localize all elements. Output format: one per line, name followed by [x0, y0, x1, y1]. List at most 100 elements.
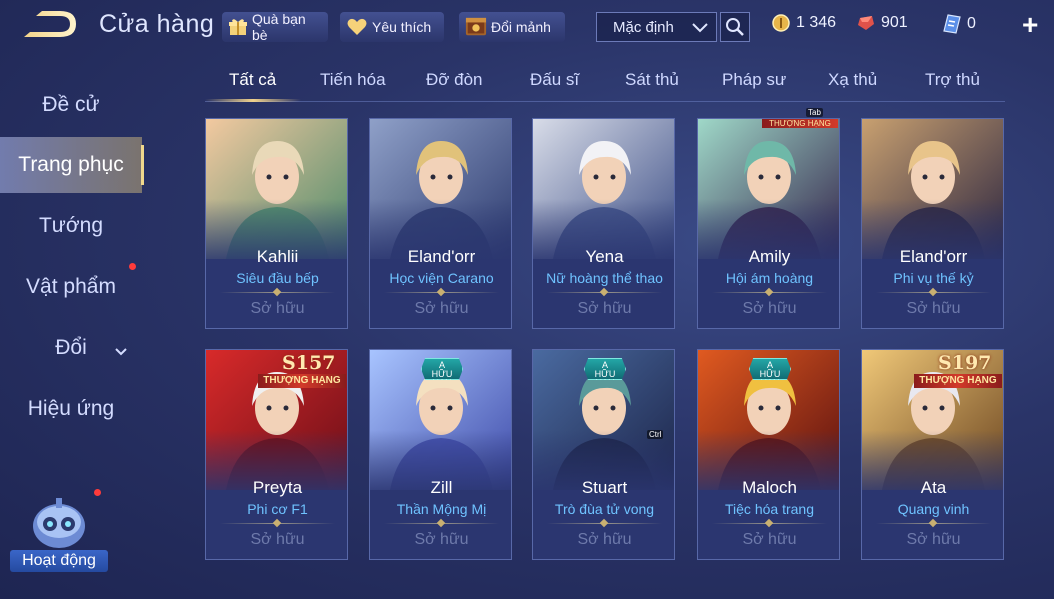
favorite-label: Yêu thích	[372, 19, 432, 35]
skin-name: Siêu đầu bếp	[236, 270, 319, 286]
sidebar-item-label: Vật phẩm	[26, 275, 116, 298]
sidebar-item-label: Hiệu ứng	[27, 397, 115, 420]
hero-name: Eland'orr	[899, 247, 968, 266]
activity-button[interactable]: Hoạt động	[10, 492, 108, 576]
divider-ornament	[436, 518, 446, 528]
owned-status: Sở hữu	[906, 531, 961, 548]
skin-name: Thần Mộng Mị	[396, 501, 487, 517]
activity-robot-icon	[33, 498, 85, 548]
sidebar-item-featured[interactable]: Đề cử	[0, 77, 142, 133]
skin-card[interactable]: Kahlii Siêu đầu bếp Sở hữu	[205, 118, 348, 329]
voucher-currency: 0	[943, 14, 976, 34]
back-button[interactable]	[20, 10, 78, 42]
rank-label: THƯỢNG HẠNG	[914, 374, 1002, 388]
divider-ornament	[928, 287, 938, 297]
friend-gift-label: Quà bạn bè	[252, 11, 306, 43]
owned-status: Sở hữu	[414, 300, 469, 317]
limited-badge: AHỮU HẠN	[421, 358, 463, 380]
search-button[interactable]	[720, 12, 750, 42]
rank-label: THƯỢNG HẠNG	[258, 374, 346, 388]
hero-name: Stuart	[581, 478, 628, 497]
season-rank-badge: S197 THƯỢNG HẠNG	[914, 352, 1002, 388]
sort-dropdown[interactable]: Mặc định	[596, 12, 717, 42]
favorite-button[interactable]: Yêu thích	[340, 12, 444, 42]
hero-name: Zill	[430, 478, 453, 497]
back-arrow-icon	[24, 11, 76, 37]
tab-tank[interactable]: Đỡ đòn	[426, 70, 483, 90]
season-label: S157	[282, 352, 336, 374]
add-currency-button[interactable]: +	[1022, 11, 1038, 39]
active-tab-underline	[205, 99, 301, 102]
hero-name: Kahlii	[256, 247, 299, 266]
sidebar-item-effects[interactable]: Hiệu ứng	[0, 381, 142, 437]
gold-currency: 1 346	[772, 14, 836, 32]
tab-marksman[interactable]: Xạ thủ	[828, 70, 877, 90]
rank-badge: THƯỢNG HẠNG	[762, 119, 838, 128]
divider-ornament	[928, 518, 938, 528]
skin-card[interactable]: Ata Quang vinh Sở hữu S197 THƯỢNG HẠNG	[861, 349, 1004, 560]
ruby-icon	[858, 16, 874, 30]
hero-name: Ata	[920, 478, 947, 497]
skin-card[interactable]: Yena Nữ hoàng thể thao Sở hữu	[532, 118, 675, 329]
divider-ornament	[272, 518, 282, 528]
search-icon	[726, 18, 744, 36]
tab-fighter[interactable]: Đấu sĩ	[530, 70, 579, 90]
season-label: S197	[938, 352, 992, 374]
voucher-icon	[943, 14, 961, 34]
divider-ornament	[764, 518, 774, 528]
tab-support[interactable]: Trợ thủ	[925, 70, 980, 90]
skin-card[interactable]: Maloch Tiệc hóa trang Sở hữu AHỮU HẠN	[697, 349, 840, 560]
page-title: Cửa hàng	[99, 10, 215, 38]
skin-card[interactable]: Eland'orr Phi vụ thế kỷ Sở hữu	[861, 118, 1004, 329]
sidebar-item-heroes[interactable]: Tướng	[0, 198, 142, 254]
sidebar-item-label: Trang phục	[18, 153, 124, 176]
skin-card[interactable]: Stuart Trò đùa tử vong Sở hữu AHỮU HẠN Ctrl	[532, 349, 675, 560]
skin-card[interactable]: Eland'orr Học viện Carano Sở hữu	[369, 118, 512, 329]
skin-card[interactable]: Amily Hội ám hoàng Sở hữu THƯỢNG HẠNG	[697, 118, 840, 329]
ruby-amount: 901	[881, 14, 908, 31]
shard-chest-icon	[465, 16, 487, 38]
top-bar: Cửa hàng Quà bạn bè Yêu thích Đổi mảnh M…	[0, 0, 1054, 52]
owned-status: Sở hữu	[742, 531, 797, 548]
hero-name: Amily	[748, 247, 791, 266]
ruby-currency: 901	[857, 14, 908, 32]
sidebar-item-label: Tướng	[38, 214, 103, 237]
skin-card[interactable]: Zill Thần Mộng Mị Sở hữu AHỮU HẠN	[369, 349, 512, 560]
divider-ornament	[599, 287, 609, 297]
ctrl-key-hint: Ctrl	[647, 430, 664, 439]
owned-status: Sở hữu	[250, 531, 305, 548]
sidebar-item-exchange[interactable]: Đổi	[0, 320, 142, 376]
friend-gift-button[interactable]: Quà bạn bè	[222, 11, 328, 43]
hero-name: Eland'orr	[407, 247, 476, 266]
skin-card[interactable]: Preyta Phi cơ F1 Sở hữu S157 THƯỢNG HẠNG	[205, 349, 348, 560]
notification-dot	[129, 263, 136, 270]
sidebar-item-label: Đổi	[55, 336, 87, 359]
limited-badge: AHỮU HẠN	[749, 358, 791, 380]
tab-assassin[interactable]: Sát thủ	[625, 70, 679, 90]
sidebar-item-skins[interactable]: Trang phục	[0, 137, 144, 193]
tab-all[interactable]: Tất cả	[229, 70, 276, 90]
sidebar-item-label: Đề cử	[42, 93, 100, 116]
owned-status: Sở hữu	[414, 531, 469, 548]
sidebar-item-items[interactable]: Vật phẩm	[0, 259, 142, 315]
tab-mage[interactable]: Pháp sư	[722, 70, 786, 90]
gold-amount: 1 346	[796, 14, 837, 31]
skin-name: Học viện Carano	[389, 270, 494, 286]
hero-name: Yena	[585, 247, 624, 266]
category-tabs: Tất cả Tiến hóa Đỡ đòn Đấu sĩ Sát thủ Ph…	[205, 66, 1005, 102]
skin-name: Tiệc hóa trang	[725, 501, 814, 517]
tab-evolution[interactable]: Tiến hóa	[320, 70, 386, 90]
shard-exchange-button[interactable]: Đổi mảnh	[459, 12, 565, 42]
sort-selected-value: Mặc định	[613, 18, 674, 36]
chevron-down-icon	[114, 340, 128, 364]
activity-label: Hoạt động	[10, 550, 108, 572]
owned-status: Sở hữu	[742, 300, 797, 317]
divider-ornament	[764, 287, 774, 297]
divider-ornament	[599, 518, 609, 528]
limited-badge: AHỮU HẠN	[584, 358, 626, 380]
voucher-amount: 0	[967, 15, 976, 32]
owned-status: Sở hữu	[577, 531, 632, 548]
skin-name: Hội ám hoàng	[725, 270, 814, 286]
shard-exchange-label: Đổi mảnh	[491, 19, 551, 35]
tab-key-hint: Tab	[806, 108, 823, 117]
